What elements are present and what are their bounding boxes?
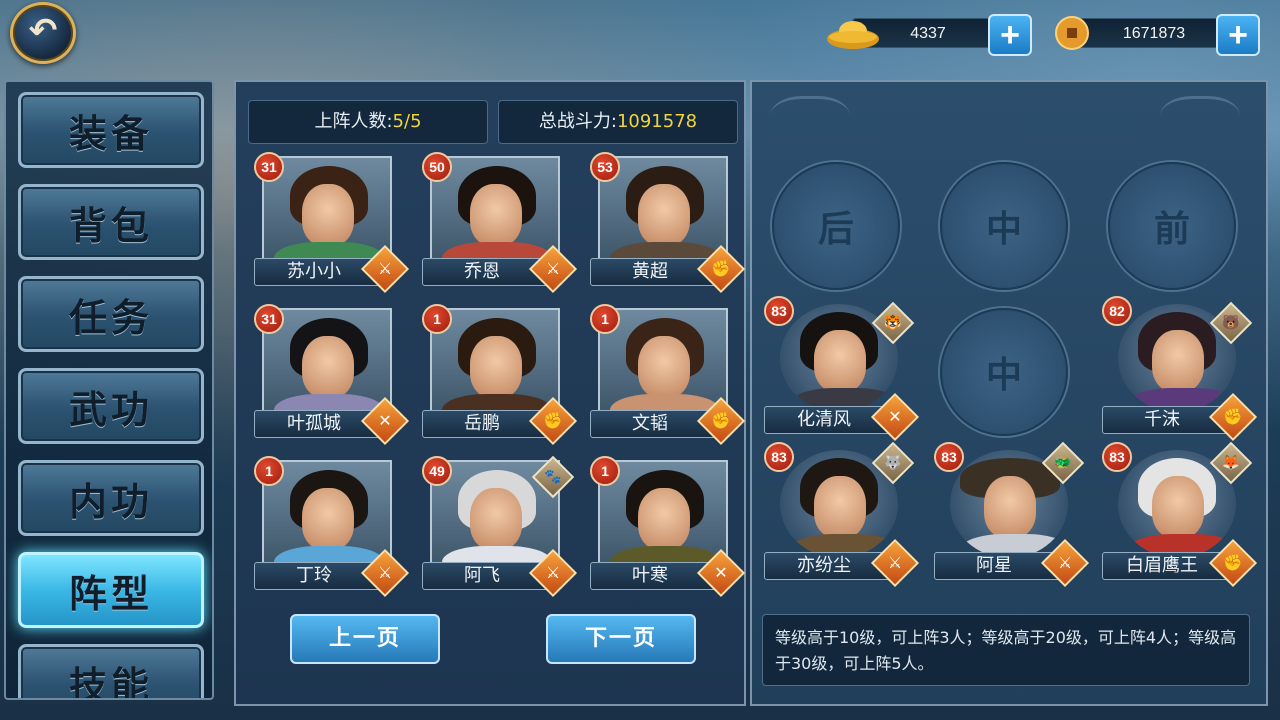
sidebar-item-label: 内功: [68, 478, 153, 524]
level-badge: 31: [254, 152, 284, 182]
back-button[interactable]: ↶: [10, 2, 76, 64]
prev-page-button[interactable]: 上一页: [290, 614, 440, 664]
formation-hero[interactable]: 82 千沫 ✊ 🐻: [1102, 296, 1258, 442]
level-badge: 83: [934, 442, 964, 472]
slot-label: 前: [1153, 208, 1190, 250]
sidebar-item-bag[interactable]: 背包: [18, 184, 204, 260]
gold-currency: 4337 +: [826, 14, 1036, 56]
sidebar-item-formation[interactable]: 阵型: [18, 552, 204, 628]
add-gold-button[interactable]: +: [988, 14, 1032, 56]
next-page-button[interactable]: 下一页: [546, 614, 696, 664]
copper-coin-icon: [1052, 14, 1092, 52]
formation-slot-middle[interactable]: 中: [940, 162, 1068, 290]
roster-hero-card[interactable]: 31 叶孤城 ✕: [254, 304, 410, 446]
formation-hero[interactable]: 83 亦纷尘 ⚔ 🐺: [764, 441, 920, 588]
roster-hero-card[interactable]: 1 叶寒 ✕: [590, 456, 746, 598]
sidebar-item-label: 阵型: [68, 570, 153, 616]
formation-slot-middle[interactable]: 中: [940, 308, 1068, 436]
sidebar-item-quest[interactable]: 任务: [18, 276, 204, 352]
level-badge: 83: [764, 442, 794, 472]
slot-label: 中: [985, 354, 1022, 396]
level-badge: 50: [422, 152, 452, 182]
coin-bar: 1671873: [1078, 18, 1238, 48]
coin-value: 1671873: [1122, 25, 1186, 42]
sidebar-item-martial-arts[interactable]: 武功: [18, 368, 204, 444]
level-badge: 1: [590, 456, 620, 486]
sidebar-item-equipment[interactable]: 装备: [18, 92, 204, 168]
level-badge: 83: [1102, 442, 1132, 472]
slot-label: 中: [985, 208, 1022, 250]
coin-currency: 1671873 +: [1052, 14, 1262, 56]
formation-hero[interactable]: 83 阿星 ⚔ 🐲: [934, 441, 1090, 588]
sidebar-item-label: 任务: [68, 294, 153, 340]
level-badge: 49: [422, 456, 452, 486]
roster-hero-card[interactable]: 49 阿飞 ⚔ 🐾: [422, 455, 578, 598]
roster-hero-card[interactable]: 53 黄超 ✊: [590, 152, 746, 294]
formation-slot-rear[interactable]: 后: [772, 162, 900, 290]
sidebar-item-label: 背包: [68, 202, 153, 248]
level-badge: 82: [1102, 296, 1132, 326]
deploy-count-label: 上阵人数:: [314, 111, 393, 132]
gold-ingot-icon: [826, 14, 880, 52]
formation-hero[interactable]: 83 白眉鹰王 ✊ 🦊: [1102, 441, 1258, 588]
level-badge: 1: [422, 304, 452, 334]
sidebar-item-skills[interactable]: 技能: [18, 644, 204, 700]
total-power: 总战斗力:1091578: [498, 100, 738, 144]
deploy-count-value: 5/5: [392, 111, 422, 132]
level-badge: 83: [764, 296, 794, 326]
sidebar-item-label: 武功: [68, 386, 153, 432]
sidebar: 装备 背包 任务 武功 内功 阵型 技能: [4, 80, 214, 700]
formation-hero[interactable]: 83 化清风 ✕ 🐯: [764, 296, 920, 442]
cloud-ornament: [770, 96, 850, 146]
roster-hero-card[interactable]: 31 苏小小 ⚔: [254, 152, 410, 294]
cloud-ornament: [1160, 96, 1240, 146]
sidebar-item-label: 装备: [68, 110, 153, 156]
roster-hero-card[interactable]: 1 文韬 ✊: [590, 304, 746, 446]
level-badge: 1: [590, 304, 620, 334]
total-power-value: 1091578: [616, 111, 698, 132]
formation-info-text: 等级高于10级，可上阵3人；等级高于20级，可上阵4人；等级高于30级，可上阵5…: [762, 614, 1250, 686]
roster-hero-card[interactable]: 50 乔恩 ⚔: [422, 152, 578, 294]
sidebar-item-label: 技能: [68, 662, 153, 700]
level-badge: 31: [254, 304, 284, 334]
roster-hero-card[interactable]: 1 岳鹏 ✊: [422, 304, 578, 446]
total-power-label: 总战斗力:: [538, 111, 617, 132]
level-badge: 1: [254, 456, 284, 486]
back-arrow-icon: ↶: [28, 11, 58, 51]
deploy-count: 上阵人数:5/5: [248, 100, 488, 144]
sidebar-item-inner-skill[interactable]: 内功: [18, 460, 204, 536]
formation-slot-front[interactable]: 前: [1108, 162, 1236, 290]
level-badge: 53: [590, 152, 620, 182]
add-coin-button[interactable]: +: [1216, 14, 1260, 56]
roster-hero-card[interactable]: 1 丁玲 ⚔: [254, 456, 410, 598]
slot-label: 后: [817, 208, 854, 250]
